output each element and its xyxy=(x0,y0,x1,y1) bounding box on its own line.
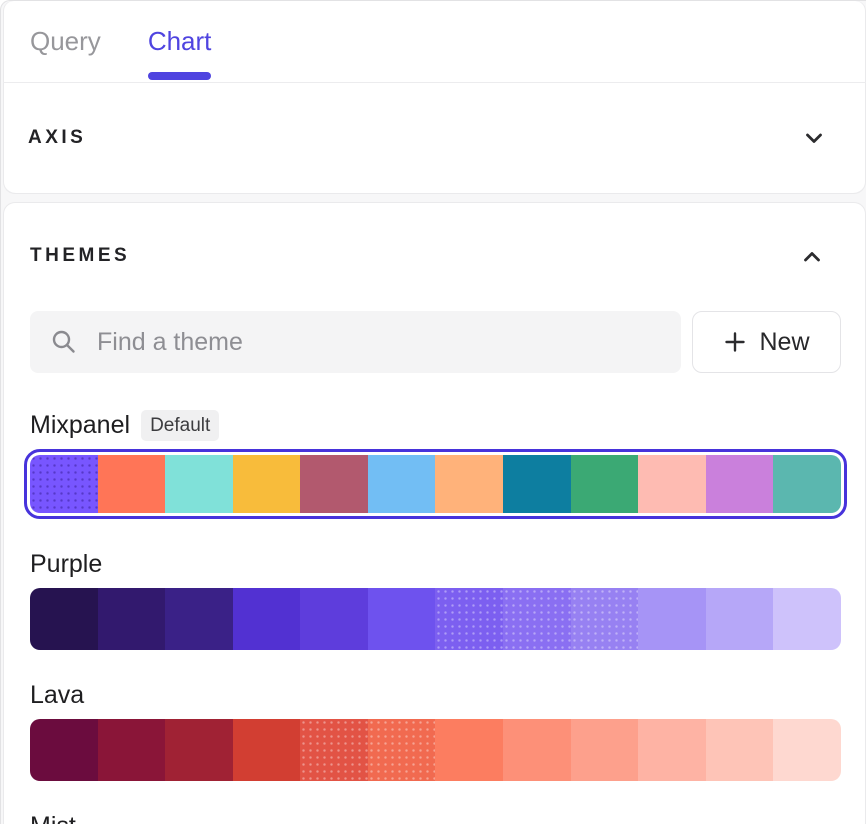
theme-color-swatch xyxy=(165,588,233,650)
theme-color-swatch xyxy=(165,455,233,513)
theme-swatch-row[interactable] xyxy=(30,455,841,513)
theme-color-swatch xyxy=(300,455,368,513)
themes-section-title: THEMES xyxy=(30,245,130,267)
tab-chart[interactable]: Chart xyxy=(148,1,212,82)
theme-color-swatch xyxy=(368,719,436,781)
theme-color-swatch xyxy=(435,455,503,513)
search-box[interactable] xyxy=(30,311,681,373)
theme-color-swatch xyxy=(706,719,774,781)
themes-section-header[interactable]: THEMES xyxy=(30,203,841,265)
search-input[interactable] xyxy=(97,328,663,357)
theme-list: Mixpanel Default Purple Lava Mist xyxy=(30,410,841,824)
theme-list-item: Purple xyxy=(30,549,841,650)
theme-color-swatch xyxy=(571,719,639,781)
theme-color-swatch xyxy=(503,455,571,513)
axis-section-title: AXIS xyxy=(28,127,86,149)
theme-name: Mixpanel xyxy=(30,411,130,440)
theme-color-swatch xyxy=(98,719,166,781)
theme-name: Mist xyxy=(30,812,76,824)
theme-color-swatch xyxy=(503,719,571,781)
theme-name-row: Mixpanel Default xyxy=(30,410,841,440)
theme-color-swatch xyxy=(773,588,841,650)
theme-color-swatch xyxy=(165,719,233,781)
theme-color-swatch xyxy=(98,588,166,650)
theme-color-swatch xyxy=(30,455,98,513)
theme-name-row: Purple xyxy=(30,549,841,579)
theme-color-swatch xyxy=(233,588,301,650)
theme-color-swatch xyxy=(571,588,639,650)
theme-color-swatch xyxy=(368,588,436,650)
theme-color-swatch xyxy=(706,588,774,650)
theme-default-badge: Default xyxy=(141,410,219,441)
theme-color-swatch xyxy=(773,455,841,513)
themes-card: THEMES New Mixpanel D xyxy=(3,202,866,824)
axis-card: Query Chart AXIS xyxy=(3,1,866,194)
new-theme-button[interactable]: New xyxy=(692,311,841,373)
tab-bar: Query Chart xyxy=(3,1,866,83)
plus-icon xyxy=(723,330,747,354)
theme-color-swatch xyxy=(368,455,436,513)
theme-color-swatch xyxy=(435,719,503,781)
theme-swatch-outer xyxy=(24,449,847,519)
chevron-up-icon xyxy=(800,245,824,269)
theme-name-row: Lava xyxy=(30,680,841,710)
theme-color-swatch xyxy=(638,455,706,513)
theme-name: Lava xyxy=(30,681,84,710)
search-icon xyxy=(50,328,78,356)
theme-list-item: Mist xyxy=(30,811,841,824)
theme-color-swatch xyxy=(638,719,706,781)
theme-color-swatch xyxy=(503,588,571,650)
theme-name: Purple xyxy=(30,550,102,579)
theme-color-swatch xyxy=(30,588,98,650)
theme-color-swatch xyxy=(571,455,639,513)
theme-swatch-row[interactable] xyxy=(30,719,841,781)
theme-color-swatch xyxy=(300,719,368,781)
theme-swatch-outer xyxy=(30,588,841,650)
chevron-down-icon xyxy=(802,126,826,150)
theme-color-swatch xyxy=(233,455,301,513)
theme-color-swatch xyxy=(233,719,301,781)
new-theme-button-label: New xyxy=(759,328,809,357)
axis-section-header[interactable]: AXIS xyxy=(3,83,866,193)
theme-list-item: Lava xyxy=(30,680,841,781)
theme-swatch-outer xyxy=(30,719,841,781)
theme-color-swatch xyxy=(300,588,368,650)
theme-color-swatch xyxy=(98,455,166,513)
tab-query[interactable]: Query xyxy=(30,1,101,82)
theme-color-swatch xyxy=(638,588,706,650)
theme-toolbar: New xyxy=(30,311,841,373)
theme-name-row: Mist xyxy=(30,811,841,824)
theme-color-swatch xyxy=(30,719,98,781)
theme-swatch-row[interactable] xyxy=(30,588,841,650)
chart-settings-panel: Query Chart AXIS THEMES xyxy=(0,0,866,824)
theme-list-item: Mixpanel Default xyxy=(30,410,841,519)
theme-color-swatch xyxy=(773,719,841,781)
theme-color-swatch xyxy=(435,588,503,650)
theme-color-swatch xyxy=(706,455,774,513)
